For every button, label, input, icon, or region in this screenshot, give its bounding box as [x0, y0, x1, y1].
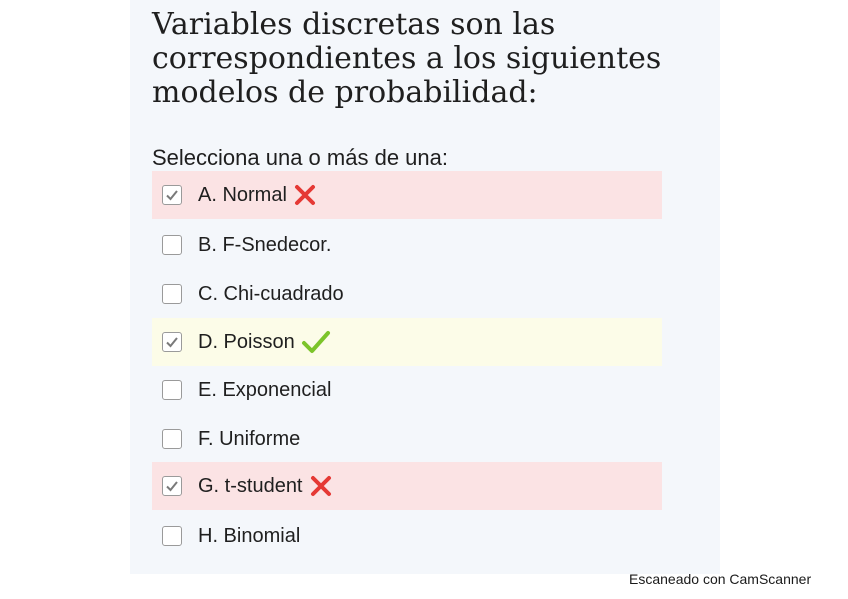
checkbox-g[interactable]: [162, 476, 182, 496]
check-icon: [166, 337, 178, 348]
check-icon: [166, 190, 178, 201]
option-label: H. Binomial: [198, 524, 301, 547]
option-label: C. Chi-cuadrado: [198, 282, 344, 305]
option-b[interactable]: B. F-Snedecor.: [152, 221, 662, 269]
option-g[interactable]: G. t-student: [152, 462, 662, 510]
option-f[interactable]: F. Uniforme: [152, 415, 662, 463]
option-h[interactable]: H. Binomial: [152, 512, 662, 560]
selection-prompt: Selecciona una o más de una:: [152, 145, 448, 170]
option-label: F. Uniforme: [198, 427, 301, 450]
checkbox-a[interactable]: [162, 185, 182, 205]
quiz-panel: Variables discretas son las correspondie…: [130, 0, 720, 574]
question-text: Variables discretas son las correspondie…: [152, 7, 662, 110]
option-label: A. Normal: [198, 183, 287, 206]
checkbox-d[interactable]: [162, 332, 182, 352]
option-label: E. Exponencial: [198, 378, 332, 401]
option-a[interactable]: A. Normal: [152, 171, 662, 219]
option-c[interactable]: C. Chi-cuadrado: [152, 270, 662, 318]
option-label: G. t-student: [198, 474, 303, 497]
checkbox-b[interactable]: [162, 235, 182, 255]
scanner-watermark: Escaneado con CamScanner: [629, 571, 812, 587]
option-e[interactable]: E. Exponencial: [152, 366, 662, 414]
option-label: B. F-Snedecor.: [198, 233, 332, 256]
checkbox-c[interactable]: [162, 284, 182, 304]
option-d[interactable]: D. Poisson: [152, 318, 662, 366]
option-label: D. Poisson: [198, 330, 295, 353]
checkmark-icon: [301, 329, 331, 355]
cross-icon: [293, 183, 317, 207]
check-icon: [166, 481, 178, 492]
checkbox-f[interactable]: [162, 429, 182, 449]
checkbox-h[interactable]: [162, 526, 182, 546]
cross-icon: [309, 474, 333, 498]
checkbox-e[interactable]: [162, 380, 182, 400]
